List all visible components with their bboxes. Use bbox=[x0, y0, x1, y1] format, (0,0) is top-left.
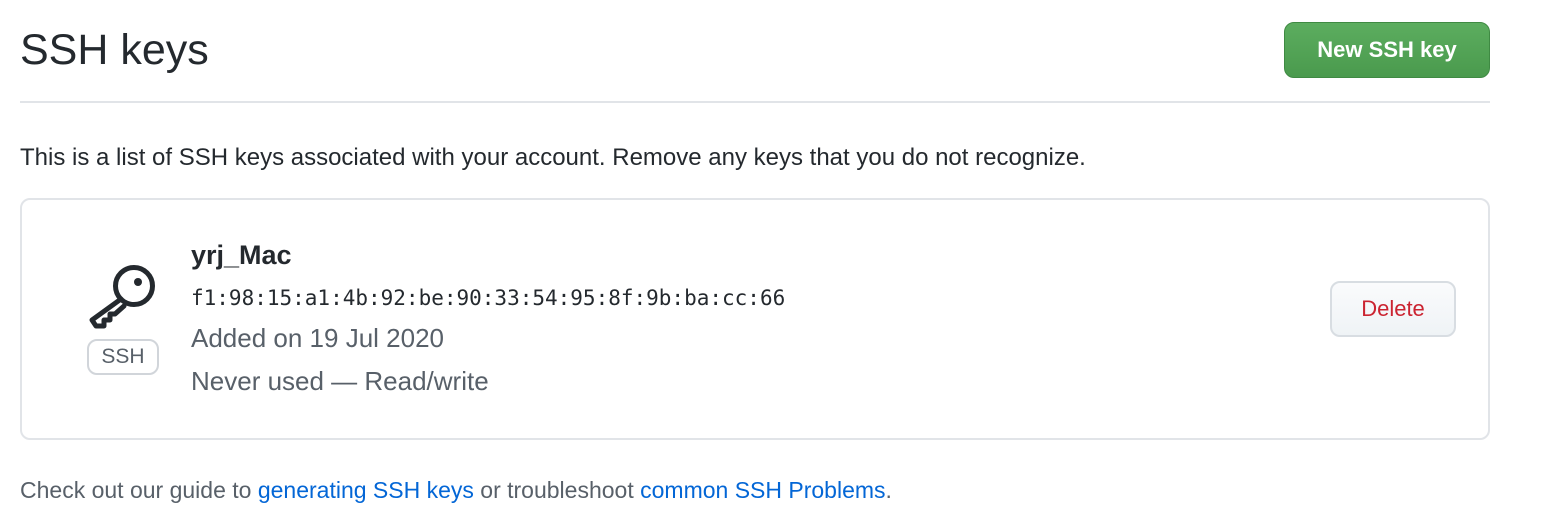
new-ssh-key-button[interactable]: New SSH key bbox=[1284, 22, 1490, 78]
help-footer: Check out our guide to generating SSH ke… bbox=[20, 474, 892, 506]
key-added-date: Added on 19 Jul 2020 bbox=[191, 323, 444, 353]
key-fingerprint: f1:98:15:a1:4b:92:be:90:33:54:95:8f:9b:b… bbox=[191, 286, 786, 310]
footer-prefix: Check out our guide to bbox=[20, 477, 258, 503]
footer-suffix: . bbox=[885, 477, 892, 503]
delete-key-button[interactable]: Delete bbox=[1330, 281, 1456, 337]
common-ssh-problems-link[interactable]: common SSH Problems bbox=[640, 477, 885, 503]
page-header: SSH keys New SSH key bbox=[20, 0, 1490, 103]
footer-middle: or troubleshoot bbox=[473, 477, 641, 503]
key-usage-status: Never used — Read/write bbox=[191, 366, 489, 396]
page-title: SSH keys bbox=[20, 26, 209, 74]
generating-ssh-keys-link[interactable]: generating SSH keys bbox=[258, 477, 474, 503]
intro-text: This is a list of SSH keys associated wi… bbox=[20, 144, 1086, 171]
key-type-badge: SSH bbox=[87, 339, 159, 375]
ssh-key-item: SSH yrj_Mac f1:98:15:a1:4b:92:be:90:33:5… bbox=[20, 198, 1490, 440]
key-icon bbox=[89, 265, 155, 329]
key-title: yrj_Mac bbox=[191, 240, 292, 270]
